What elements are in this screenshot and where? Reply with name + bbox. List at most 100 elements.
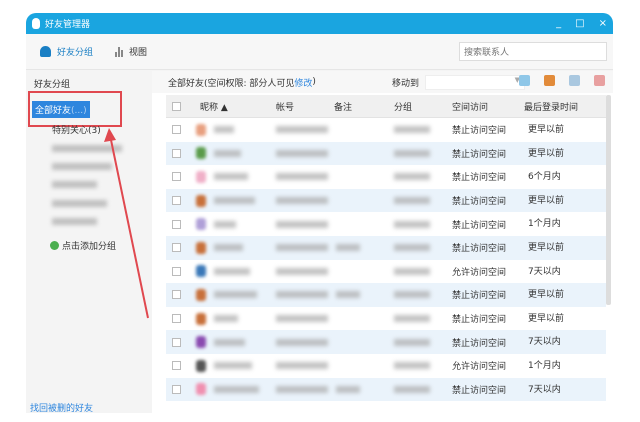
- account-blurred: [276, 267, 328, 275]
- row-checkbox[interactable]: [172, 384, 181, 394]
- col-group[interactable]: 分组: [394, 100, 412, 113]
- avatar: [196, 265, 206, 278]
- remark-blurred: [336, 244, 360, 252]
- row-checkbox[interactable]: [172, 314, 181, 324]
- group-item[interactable]: [52, 218, 97, 228]
- modify-link[interactable]: 修改: [294, 76, 312, 89]
- view-label: 视图: [129, 48, 148, 58]
- nickname-blurred: [214, 315, 238, 323]
- last-login: 更早以前: [528, 290, 565, 301]
- close-button[interactable]: ×: [599, 18, 607, 29]
- avatar: [196, 147, 206, 160]
- row-checkbox[interactable]: [172, 361, 181, 371]
- group-blurred: [394, 267, 430, 275]
- table-row[interactable]: 禁止访问空间 更早以前: [166, 283, 606, 307]
- select-all-checkbox[interactable]: [172, 101, 181, 111]
- delete-friend-icon[interactable]: [594, 75, 605, 86]
- row-checkbox[interactable]: [172, 243, 181, 253]
- table-row[interactable]: 禁止访问空间 更早以前: [166, 307, 606, 331]
- nickname-blurred: [214, 267, 250, 275]
- space-access: 禁止访问空间: [452, 338, 507, 349]
- window-title: 好友管理器: [45, 20, 91, 30]
- group-blurred: [394, 173, 430, 181]
- sidebar-header: 好友分组: [34, 80, 71, 90]
- space-access: 禁止访问空间: [452, 315, 507, 326]
- account-blurred: [276, 385, 328, 393]
- avatar: [196, 241, 206, 254]
- group-count: (...): [71, 106, 87, 116]
- col-nickname[interactable]: 昵称 ▲: [200, 100, 228, 113]
- table-row[interactable]: 禁止访问空间 1个月内: [166, 212, 606, 236]
- group-blurred: [394, 291, 430, 299]
- row-checkbox[interactable]: [172, 125, 181, 135]
- qq-logo-icon: [32, 18, 40, 29]
- avatar: [196, 170, 206, 183]
- nickname-blurred: [214, 385, 259, 393]
- table-row[interactable]: 允许访问空间 7天以内: [166, 260, 606, 284]
- row-checkbox[interactable]: [172, 172, 181, 182]
- table-row[interactable]: 禁止访问空间 6个月内: [166, 165, 606, 189]
- permission-text: 全部好友(空间权限: 部分人可见: [168, 78, 295, 89]
- group-item[interactable]: [52, 145, 122, 155]
- table-row[interactable]: 允许访问空间 1个月内: [166, 354, 606, 378]
- row-checkbox[interactable]: [172, 337, 181, 347]
- minimize-button[interactable]: _: [556, 18, 561, 29]
- row-checkbox[interactable]: [172, 219, 181, 229]
- account-blurred: [276, 197, 328, 205]
- table-row[interactable]: 禁止访问空间 更早以前: [166, 141, 606, 166]
- col-account[interactable]: 帐号: [276, 100, 294, 113]
- scrollbar[interactable]: [606, 95, 611, 305]
- permission-suffix: ): [312, 77, 316, 87]
- friend-manager-window: 好友管理器 _ □ × 好友分组 视图 好友分组 全部好友(...) 特别关心(…: [26, 13, 613, 413]
- group-item[interactable]: [52, 200, 107, 210]
- col-remark[interactable]: 备注: [334, 100, 352, 113]
- add-group-button[interactable]: 点击添加分组: [50, 239, 116, 252]
- group-item[interactable]: [52, 181, 97, 191]
- group-blurred: [394, 338, 430, 346]
- group-blurred: [394, 220, 430, 228]
- view-tab[interactable]: 视图: [115, 45, 147, 58]
- group-special-care[interactable]: 特别关心(3): [52, 123, 101, 136]
- group-blurred: [394, 126, 430, 134]
- table-row[interactable]: 禁止访问空间 更早以前: [166, 188, 606, 213]
- nickname-blurred: [214, 197, 255, 205]
- account-blurred: [276, 338, 328, 346]
- space-access: 禁止访问空间: [452, 173, 507, 184]
- account-blurred: [276, 291, 328, 299]
- avatar: [196, 194, 206, 207]
- table-row[interactable]: 禁止访问空间 更早以前: [166, 118, 606, 142]
- friend-groups-tab[interactable]: 好友分组: [40, 45, 93, 58]
- row-checkbox[interactable]: [172, 148, 181, 158]
- export-icon[interactable]: [519, 75, 530, 86]
- row-checkbox[interactable]: [172, 290, 181, 300]
- avatar: [196, 383, 206, 396]
- table-row[interactable]: 禁止访问空间 7天以内: [166, 330, 606, 354]
- group-blurred: [394, 197, 430, 205]
- last-login: 更早以前: [528, 125, 565, 135]
- account-blurred: [276, 362, 328, 370]
- search-input[interactable]: [459, 42, 607, 61]
- last-login: 更早以前: [528, 313, 565, 324]
- nickname-blurred: [214, 173, 248, 181]
- group-all-friends[interactable]: 全部好友(...): [32, 101, 90, 118]
- add-friend-icon[interactable]: [544, 75, 555, 86]
- manage-friend-icon[interactable]: [569, 75, 580, 86]
- last-login: 更早以前: [528, 242, 565, 253]
- recover-deleted-friends-link[interactable]: 找回被删的好友: [30, 401, 93, 413]
- add-group-label: 点击添加分组: [62, 242, 117, 252]
- avatar: [196, 288, 206, 301]
- col-last-login[interactable]: 最后登录时间: [524, 100, 578, 113]
- row-checkbox[interactable]: [172, 266, 181, 276]
- space-access: 允许访问空间: [452, 362, 507, 373]
- maximize-button[interactable]: □: [575, 18, 584, 29]
- table-row[interactable]: 禁止访问空间 更早以前: [166, 235, 606, 260]
- move-to-dropdown[interactable]: ▼: [425, 75, 526, 90]
- table-row[interactable]: 禁止访问空间 7天以内: [166, 377, 606, 402]
- group-label: 全部好友: [35, 106, 72, 116]
- account-blurred: [276, 220, 328, 228]
- group-item[interactable]: [52, 163, 112, 173]
- col-space-access[interactable]: 空间访问: [452, 100, 488, 113]
- space-access: 禁止访问空间: [452, 149, 507, 160]
- bar-chart-icon: [115, 46, 124, 57]
- row-checkbox[interactable]: [172, 196, 181, 206]
